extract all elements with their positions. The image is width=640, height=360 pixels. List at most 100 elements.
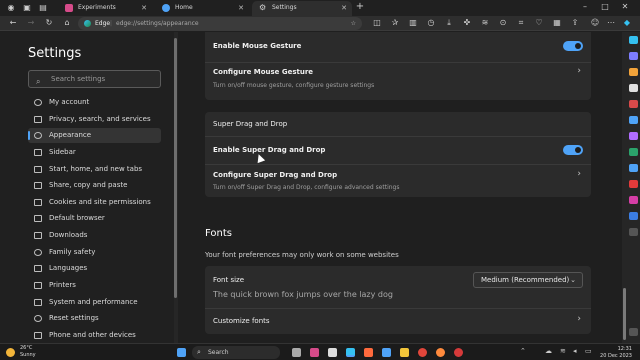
sidebar-item-phone[interactable]: Phone and other devices [28, 328, 161, 343]
workspaces-icon[interactable]: ▣ [22, 3, 32, 13]
mouse-gesture-card: Enable Mouse Gesture Configure Mouse Ges… [205, 32, 591, 100]
minimize-button[interactable]: – [580, 2, 590, 12]
tools-icon[interactable] [629, 84, 638, 92]
fonts-card: Font size Medium (Recommended) ⌄ The qui… [205, 266, 591, 334]
chevron-right-icon[interactable]: › [577, 314, 581, 324]
sidebar-item-appearance[interactable]: Appearance [28, 128, 161, 143]
sidebar-item-cookies[interactable]: Cookies and site permissions [28, 195, 161, 210]
sidebar-item-start-home[interactable]: Start, home, and new tabs [28, 162, 161, 177]
games-icon[interactable] [629, 100, 638, 108]
scrollbar-thumb[interactable] [623, 288, 626, 340]
copilot-icon[interactable] [629, 36, 638, 44]
heart-icon[interactable]: ♡ [534, 18, 544, 28]
shopping-icon[interactable] [629, 68, 638, 76]
sidebar-item-share-copy[interactable]: Share, copy and paste [28, 178, 161, 193]
search-sidebar-icon[interactable] [629, 52, 638, 60]
split-screen-icon[interactable]: ◫ [372, 18, 382, 28]
screenshot-icon[interactable]: ⌗ [516, 18, 526, 28]
search-input[interactable]: ⌕ Search settings [28, 70, 161, 88]
tab-actions-icon[interactable]: ▤ [38, 3, 48, 13]
sidebar-item-downloads[interactable]: Downloads [28, 228, 161, 243]
weather-sun-icon[interactable] [6, 348, 15, 357]
favorite-star-icon[interactable]: ☆ [351, 17, 356, 30]
office-icon[interactable] [629, 116, 638, 124]
weather-widget[interactable]: 26°C Sunny [20, 345, 36, 359]
copilot-icon[interactable]: ◆ [622, 18, 632, 28]
back-arrow-icon[interactable]: ← [8, 18, 18, 28]
sidebar-settings-icon[interactable] [629, 328, 638, 336]
browser-profile-icon[interactable]: ◉ [6, 3, 16, 13]
volume-icon[interactable]: ◂ [573, 347, 577, 355]
sidebar-item-system[interactable]: System and performance [28, 295, 161, 310]
collections-icon[interactable]: ▥ [408, 18, 418, 28]
share-icon[interactable]: ⇪ [570, 18, 580, 28]
sidebar-item-label: My account [49, 98, 90, 106]
battery-icon[interactable]: ▭ [585, 347, 592, 355]
tab-experiments[interactable]: Experiments ✕ [58, 1, 152, 16]
wifi-tray-icon[interactable]: ≋ [560, 347, 566, 355]
vivaldi-icon[interactable] [310, 348, 319, 357]
sidebar-item-privacy[interactable]: Privacy, search, and services [28, 112, 161, 127]
wifi-icon[interactable]: ≋ [480, 18, 490, 28]
close-icon[interactable]: ✕ [141, 1, 147, 15]
telegram-icon[interactable] [629, 148, 638, 156]
window-close-button[interactable]: ✕ [620, 2, 630, 12]
reading-icon[interactable]: ▦ [552, 18, 562, 28]
opera-icon[interactable] [454, 348, 463, 357]
tab-settings[interactable]: ⚙ Settings ✕ [252, 1, 352, 16]
address-bar[interactable]: Edge | edge://settings/appearance ☆ [78, 17, 362, 30]
onedrive-icon[interactable]: ☁ [545, 347, 552, 355]
store-icon[interactable] [382, 348, 391, 357]
super-drag-section-label: Super Drag and Drop [213, 120, 288, 128]
youtube-icon[interactable] [629, 180, 638, 188]
home-tab-icon [162, 4, 170, 12]
instagram-icon[interactable] [629, 196, 638, 204]
home-icon[interactable]: ⌂ [62, 18, 72, 28]
sidebar-item-reset[interactable]: Reset settings [28, 311, 161, 326]
chevron-right-icon[interactable]: › [577, 169, 581, 179]
system-icon [34, 299, 42, 306]
add-app-icon[interactable] [629, 228, 638, 236]
forward-arrow-icon[interactable]: → [26, 18, 36, 28]
taskbar-search[interactable]: ⌕ Search [192, 346, 280, 359]
close-icon[interactable]: ✕ [238, 1, 244, 15]
firefox-icon[interactable] [436, 348, 445, 357]
font-size-select[interactable]: Medium (Recommended) ⌄ [473, 272, 583, 288]
sidebar-item-languages[interactable]: Languages [28, 261, 161, 276]
chrome-icon[interactable] [418, 348, 427, 357]
start-icon[interactable] [177, 348, 186, 357]
extensions-icon[interactable]: ✜ [462, 18, 472, 28]
messenger-icon[interactable] [629, 164, 638, 172]
mouse-gesture-toggle[interactable] [563, 41, 583, 51]
downloads-icon[interactable]: ⤓ [444, 18, 454, 28]
favorites-icon[interactable]: ✰ [390, 18, 400, 28]
task-view-icon[interactable] [292, 348, 301, 357]
tab-home[interactable]: Home ✕ [155, 1, 249, 16]
notion-icon[interactable] [328, 348, 337, 357]
tray-chevron-icon[interactable]: ⌃ [520, 347, 526, 355]
outlook-icon[interactable] [629, 212, 638, 220]
sidebar-item-printers[interactable]: Printers [28, 278, 161, 293]
browser-icon [34, 215, 42, 222]
chevron-right-icon[interactable]: › [577, 66, 581, 76]
sidebar-item-family-safety[interactable]: Family safety [28, 245, 161, 260]
tracking-icon[interactable]: ⊙ [498, 18, 508, 28]
file-explorer-icon[interactable] [400, 348, 409, 357]
refresh-icon[interactable]: ↻ [44, 18, 54, 28]
sidebar-item-my-account[interactable]: My account [28, 95, 161, 110]
clock[interactable]: 12:31 20 Dec 2023 [598, 346, 632, 360]
sidebar-item-sidebar[interactable]: Sidebar [28, 145, 161, 160]
feedback-icon[interactable]: ☺ [590, 18, 600, 28]
close-icon[interactable]: ✕ [341, 1, 347, 15]
more-menu-icon[interactable]: ⋯ [606, 18, 616, 28]
history-icon[interactable]: ◷ [426, 18, 436, 28]
scrollbar-thumb[interactable] [174, 38, 177, 298]
sidebar-item-default-browser[interactable]: Default browser [28, 211, 161, 226]
printer-icon [34, 282, 42, 289]
super-drag-toggle[interactable] [563, 145, 583, 155]
new-tab-button[interactable]: + [355, 2, 365, 12]
drop-icon[interactable] [629, 132, 638, 140]
maximize-button[interactable]: □ [600, 2, 610, 12]
edge-taskbar-icon[interactable] [346, 348, 355, 357]
brave-icon[interactable] [364, 348, 373, 357]
